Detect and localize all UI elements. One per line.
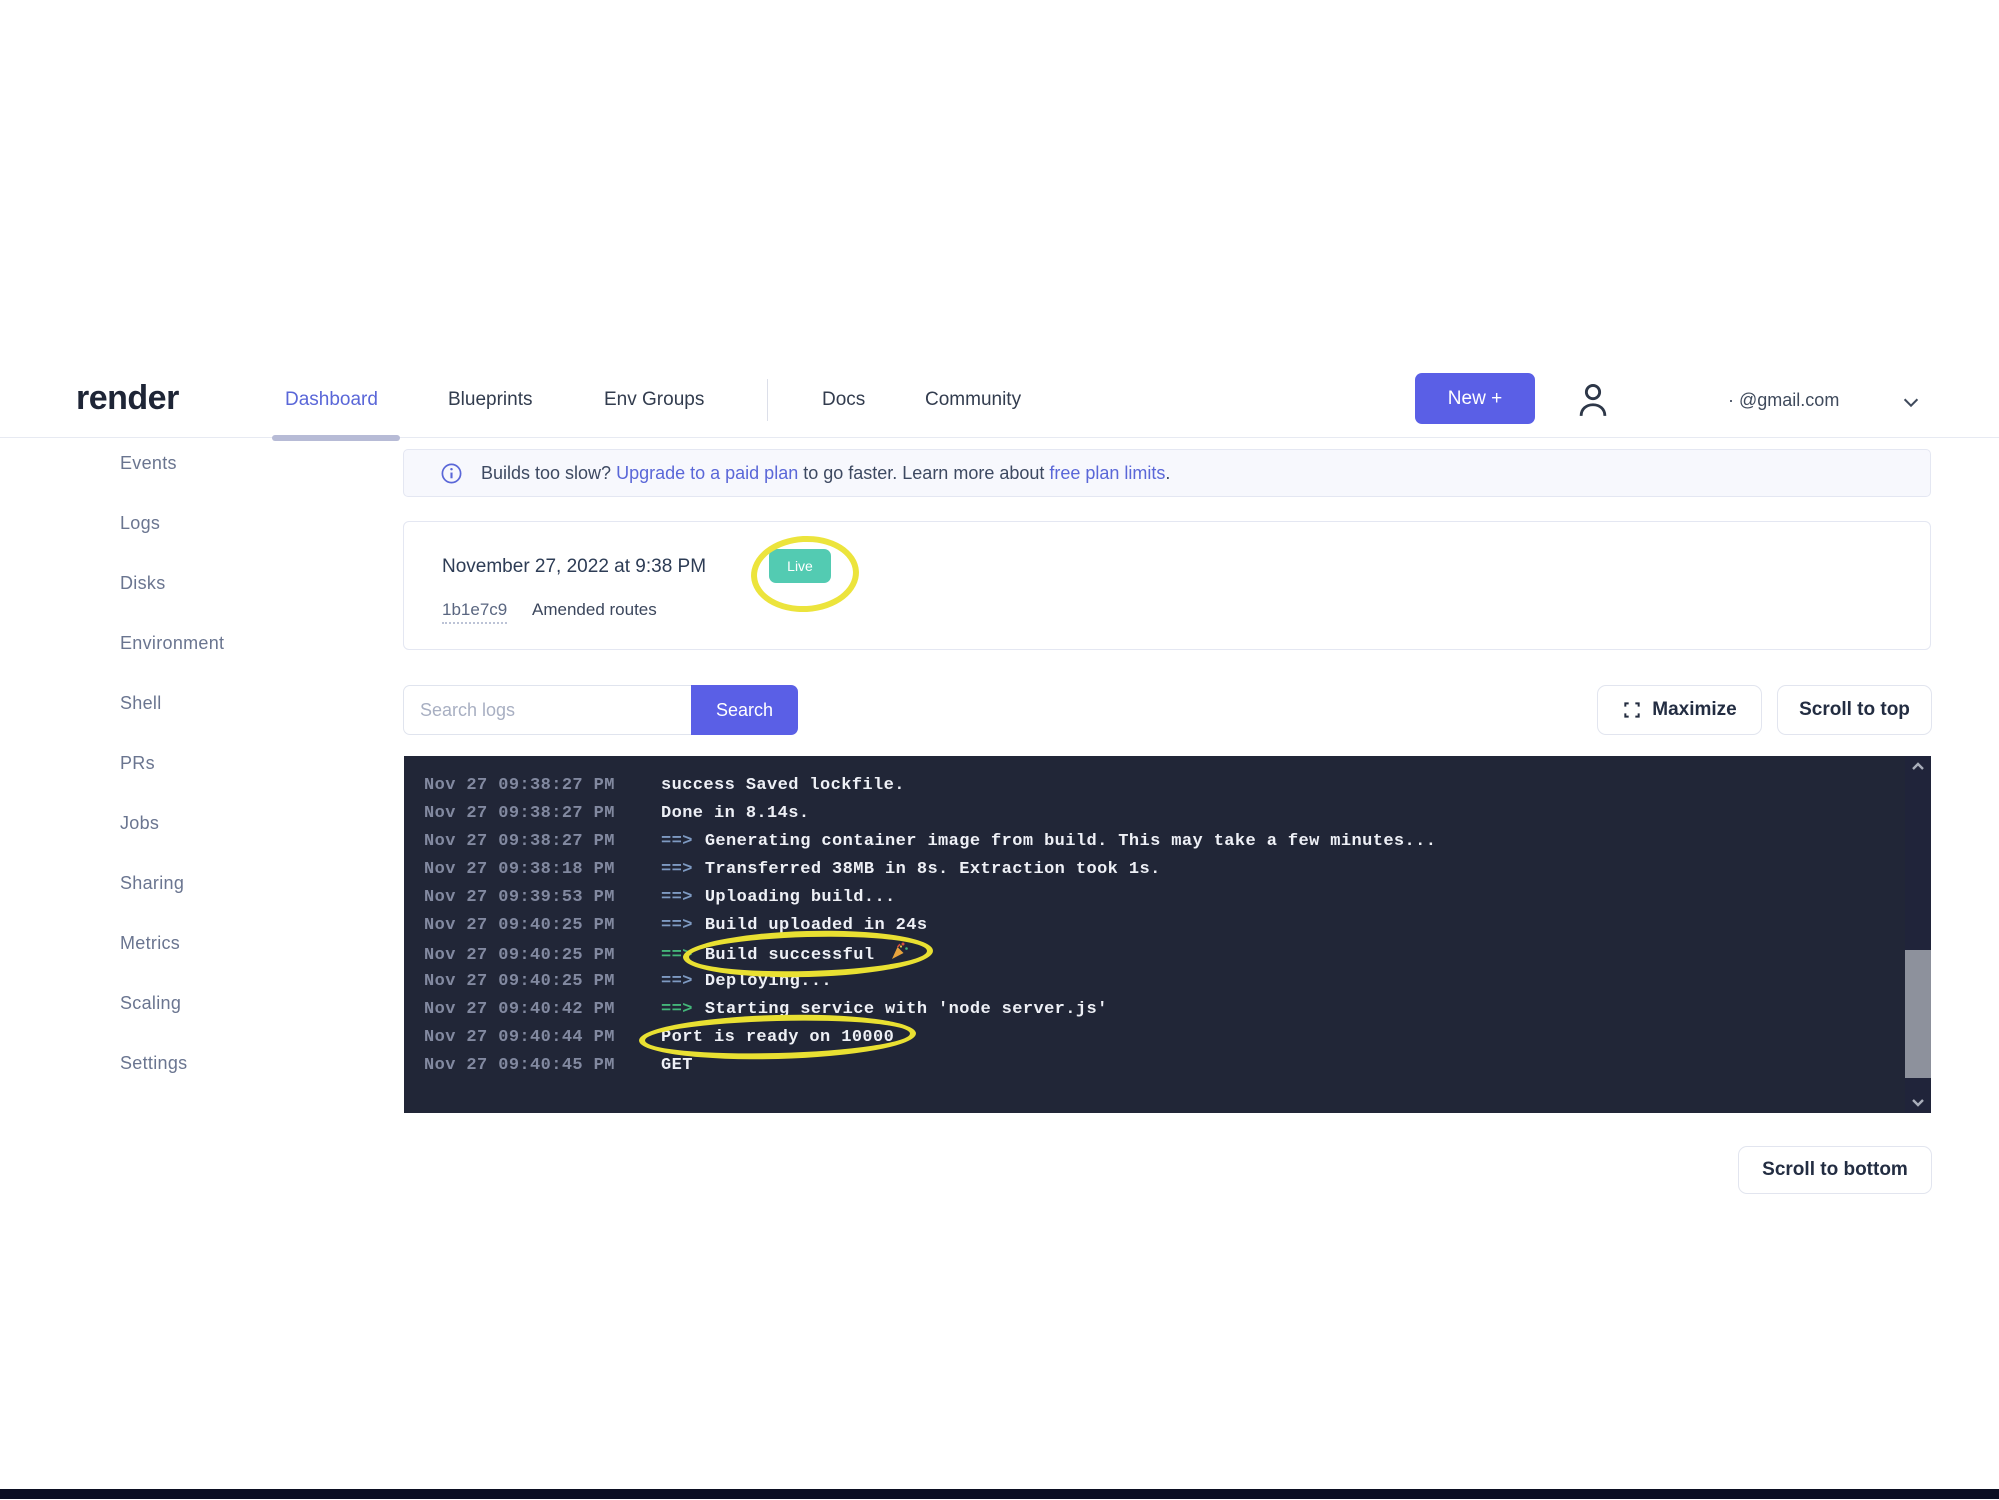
log-line: Nov 27 09:38:27 PM==> Generating containe… bbox=[424, 828, 1891, 856]
nav-link-community[interactable]: Community bbox=[925, 389, 1021, 411]
deploy-card: November 27, 2022 at 9:38 PM Live 1b1e7c… bbox=[403, 521, 1931, 650]
sidebar-item-environment[interactable]: Environment bbox=[120, 633, 224, 653]
log-message: success Saved lockfile. bbox=[661, 776, 905, 795]
log-timestamp: Nov 27 09:40:44 PM bbox=[424, 1024, 661, 1052]
log-message: Build uploaded in 24s bbox=[705, 916, 928, 935]
log-arrow: ==> bbox=[661, 972, 693, 991]
user-avatar-icon[interactable] bbox=[1574, 377, 1612, 423]
info-icon bbox=[440, 462, 463, 485]
log-arrow: ==> bbox=[661, 1000, 693, 1019]
search-input[interactable] bbox=[403, 685, 691, 735]
marker-circle-port-ready: Port is ready on 10000 bbox=[661, 1024, 894, 1052]
nav-divider bbox=[767, 379, 768, 421]
marker-circle-build-successful: Build successful bbox=[705, 940, 911, 970]
nav-link-docs[interactable]: Docs bbox=[822, 389, 865, 411]
sidebar-item-metrics[interactable]: Metrics bbox=[120, 933, 224, 953]
nav-tab-blueprints[interactable]: Blueprints bbox=[448, 389, 533, 411]
log-arrow: ==> bbox=[661, 860, 693, 879]
log-timestamp: Nov 27 09:40:25 PM bbox=[424, 968, 661, 996]
console-scrollbar[interactable] bbox=[1905, 756, 1931, 1113]
scroll-to-top-button[interactable]: Scroll to top bbox=[1777, 685, 1932, 735]
live-status-badge: Live bbox=[769, 549, 831, 583]
bottom-edge-strip bbox=[0, 1489, 1999, 1499]
nav-tab-dashboard[interactable]: Dashboard bbox=[285, 389, 378, 411]
log-timestamp: Nov 27 09:38:27 PM bbox=[424, 800, 661, 828]
account-email-text: @gmail.com bbox=[1739, 390, 1839, 410]
log-timestamp: Nov 27 09:38:18 PM bbox=[424, 856, 661, 884]
scrollbar-thumb[interactable] bbox=[1905, 950, 1931, 1078]
chevron-down-icon[interactable] bbox=[1900, 391, 1922, 413]
log-line: Nov 27 09:38:27 PMsuccess Saved lockfile… bbox=[424, 772, 1891, 800]
party-popper-icon bbox=[888, 940, 910, 962]
account-masked-prefix: · bbox=[1728, 390, 1734, 410]
upgrade-banner: Builds too slow? Upgrade to a paid plan … bbox=[403, 449, 1931, 497]
log-message: Port is ready on 10000 bbox=[661, 1028, 894, 1047]
nav-tab-env-groups[interactable]: Env Groups bbox=[604, 389, 704, 411]
sidebar-item-sharing[interactable]: Sharing bbox=[120, 873, 224, 893]
log-timestamp: Nov 27 09:40:42 PM bbox=[424, 996, 661, 1024]
log-arrow: ==> bbox=[661, 832, 693, 851]
log-message: GET bbox=[661, 1056, 693, 1075]
log-timestamp: Nov 27 09:38:27 PM bbox=[424, 772, 661, 800]
commit-message: Amended routes bbox=[532, 600, 657, 620]
sidebar-item-settings[interactable]: Settings bbox=[120, 1053, 224, 1073]
banner-text-after: . bbox=[1165, 463, 1170, 483]
log-timestamp: Nov 27 09:40:45 PM bbox=[424, 1052, 661, 1080]
active-tab-indicator bbox=[272, 435, 400, 441]
log-message: Starting service with 'node server.js' bbox=[705, 1000, 1108, 1019]
log-line: Nov 27 09:38:18 PM==> Transferred 38MB in… bbox=[424, 856, 1891, 884]
scrollbar-up-icon[interactable] bbox=[1911, 761, 1925, 771]
log-message: Deploying... bbox=[705, 972, 832, 991]
sidebar-item-disks[interactable]: Disks bbox=[120, 573, 224, 593]
scroll-to-bottom-button[interactable]: Scroll to bottom bbox=[1738, 1146, 1932, 1194]
log-line: Nov 27 09:39:53 PM==> Uploading build... bbox=[424, 884, 1891, 912]
sidebar-item-shell[interactable]: Shell bbox=[120, 693, 224, 713]
log-timestamp: Nov 27 09:40:25 PM bbox=[424, 942, 661, 970]
log-line-build-successful: Nov 27 09:40:25 PM==> Build successful bbox=[424, 940, 1891, 968]
top-navbar: render Dashboard Blueprints Env Groups D… bbox=[0, 365, 1999, 438]
log-line: Nov 27 09:40:45 PMGET bbox=[424, 1052, 1891, 1080]
render-logo[interactable]: render bbox=[76, 379, 179, 418]
free-plan-limits-link[interactable]: free plan limits bbox=[1049, 463, 1165, 483]
banner-text-before: Builds too slow? bbox=[481, 463, 616, 483]
commit-hash[interactable]: 1b1e7c9 bbox=[442, 600, 507, 624]
log-arrow: ==> bbox=[661, 888, 693, 907]
log-line: Nov 27 09:40:42 PM==> Starting service wi… bbox=[424, 996, 1891, 1024]
scrollbar-down-icon[interactable] bbox=[1911, 1098, 1925, 1108]
render-dashboard-page: render Dashboard Blueprints Env Groups D… bbox=[0, 0, 1999, 1500]
log-arrow: ==> bbox=[661, 916, 693, 935]
upgrade-plan-link[interactable]: Upgrade to a paid plan bbox=[616, 463, 798, 483]
sidebar-item-scaling[interactable]: Scaling bbox=[120, 993, 224, 1013]
log-arrow: ==> bbox=[661, 946, 693, 965]
banner-text: Builds too slow? Upgrade to a paid plan … bbox=[481, 463, 1170, 484]
account-email[interactable]: · @gmail.com bbox=[1728, 390, 1839, 411]
log-timestamp: Nov 27 09:39:53 PM bbox=[424, 884, 661, 912]
service-sidebar: Events Logs Disks Environment Shell PRs … bbox=[120, 453, 224, 1113]
maximize-icon bbox=[1622, 700, 1642, 720]
log-line: Nov 27 09:40:25 PM==> Build uploaded in 2… bbox=[424, 912, 1891, 940]
sidebar-item-events[interactable]: Events bbox=[120, 453, 224, 473]
log-message: Generating container image from build. T… bbox=[705, 832, 1437, 851]
banner-text-middle: to go faster. Learn more about bbox=[798, 463, 1049, 483]
log-message: Uploading build... bbox=[705, 888, 896, 907]
sidebar-item-logs[interactable]: Logs bbox=[120, 513, 224, 533]
log-line-port-ready: Nov 27 09:40:44 PMPort is ready on 10000 bbox=[424, 1024, 1891, 1052]
sidebar-item-jobs[interactable]: Jobs bbox=[120, 813, 224, 833]
log-timestamp: Nov 27 09:38:27 PM bbox=[424, 828, 661, 856]
log-console[interactable]: Nov 27 09:38:27 PMsuccess Saved lockfile… bbox=[404, 756, 1931, 1113]
search-button[interactable]: Search bbox=[691, 685, 798, 735]
log-line: Nov 27 09:38:27 PMDone in 8.14s. bbox=[424, 800, 1891, 828]
scroll-to-top-label: Scroll to top bbox=[1799, 699, 1910, 721]
deploy-timestamp: November 27, 2022 at 9:38 PM bbox=[442, 556, 706, 578]
log-message: Done in 8.14s. bbox=[661, 804, 809, 823]
maximize-label: Maximize bbox=[1652, 699, 1736, 721]
log-line: Nov 27 09:40:25 PM==> Deploying... bbox=[424, 968, 1891, 996]
log-timestamp: Nov 27 09:40:25 PM bbox=[424, 912, 661, 940]
new-button[interactable]: New + bbox=[1415, 373, 1535, 424]
maximize-button[interactable]: Maximize bbox=[1597, 685, 1762, 735]
log-message: Transferred 38MB in 8s. Extraction took … bbox=[705, 860, 1161, 879]
log-message: Build successful bbox=[705, 946, 875, 965]
sidebar-item-prs[interactable]: PRs bbox=[120, 753, 224, 773]
